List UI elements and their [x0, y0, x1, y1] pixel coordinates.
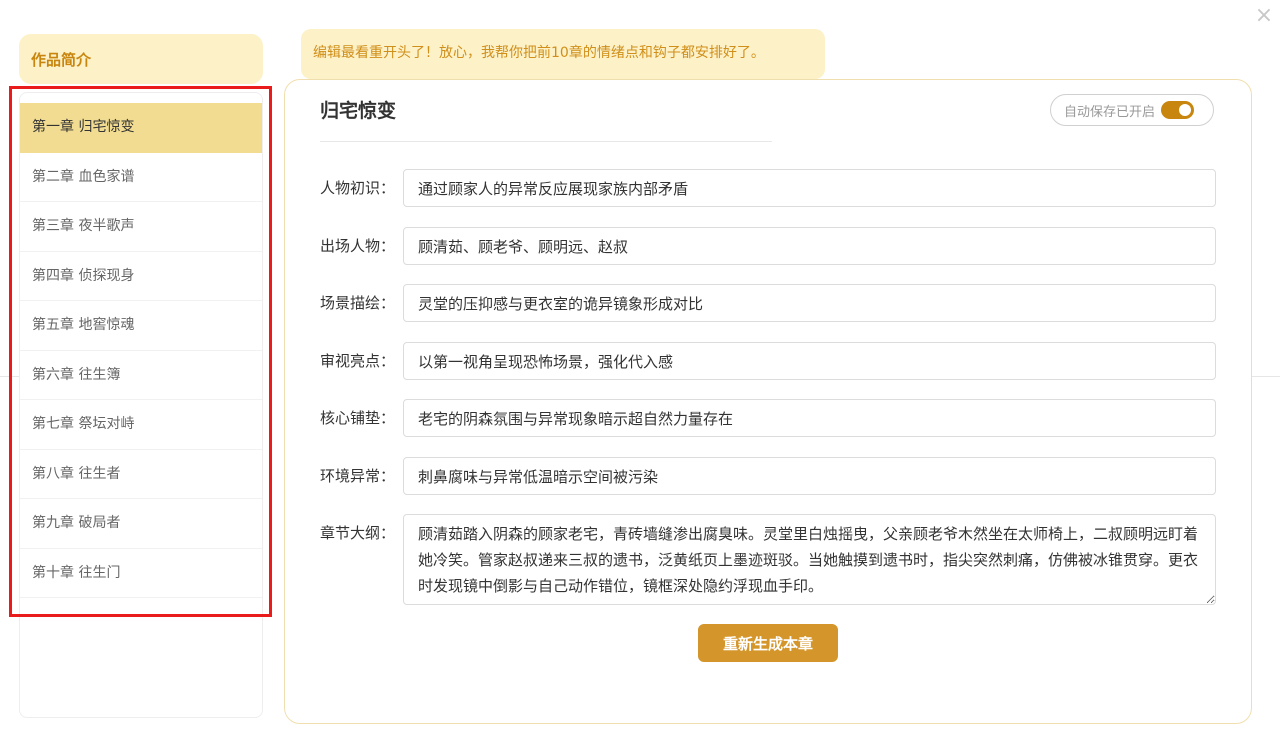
toggle-switch-icon[interactable] [1161, 101, 1195, 119]
field-row-foreshadowing: 核心铺垫： [320, 399, 1216, 437]
chapter-item-9[interactable]: 第九章 破局者 [20, 499, 262, 549]
character-intro-input[interactable] [403, 169, 1216, 207]
field-row-environment: 环境异常： [320, 457, 1216, 495]
field-label: 场景描绘： [320, 294, 396, 312]
toggle-knob [1179, 104, 1192, 116]
chapter-item-10[interactable]: 第十章 往生门 [20, 549, 262, 598]
chapter-list: 第一章 归宅惊变 第二章 血色家谱 第三章 夜半歌声 第四章 侦探现身 第五章 … [20, 103, 262, 598]
divider-left [0, 376, 20, 377]
chapter-item-6[interactable]: 第六章 往生簿 [20, 351, 262, 400]
field-row-character-intro: 人物初识： [320, 169, 1216, 207]
foreshadowing-input[interactable] [403, 399, 1216, 437]
field-label: 环境异常： [320, 467, 396, 485]
divider-right [1252, 376, 1280, 377]
notice-banner: 编辑最看重开头了！放心，我帮你把前10章的情绪点和钩子都安排好了。 [301, 29, 825, 79]
scene-input[interactable] [403, 284, 1216, 322]
outline-textarea[interactable]: 顾清茹踏入阴森的顾家老宅，青砖墙缝渗出腐臭味。灵堂里白烛摇曳，父亲顾老爷木然坐在… [403, 514, 1216, 605]
chapter-item-2[interactable]: 第二章 血色家谱 [20, 153, 262, 202]
page: × 作品简介 第一章 归宅惊变 第二章 血色家谱 第三章 夜半歌声 第四章 侦探… [0, 0, 1280, 744]
field-row-characters: 出场人物： [320, 227, 1216, 265]
close-icon[interactable]: × [1252, 4, 1276, 28]
environment-input[interactable] [403, 457, 1216, 495]
autosave-label: 自动保存已开启 [1064, 104, 1156, 120]
chapter-title: 归宅惊变 [320, 100, 397, 122]
chapter-item-8[interactable]: 第八章 往生者 [20, 450, 262, 499]
chapter-item-7[interactable]: 第七章 祭坛对峙 [20, 400, 262, 450]
title-divider [320, 141, 772, 142]
chapter-item-5[interactable]: 第五章 地窖惊魂 [20, 301, 262, 351]
highlight-input[interactable] [403, 342, 1216, 380]
chapter-item-4[interactable]: 第四章 侦探现身 [20, 252, 262, 301]
field-row-scene: 场景描绘： [320, 284, 1216, 322]
field-row-highlight: 审视亮点： [320, 342, 1216, 380]
regenerate-chapter-button[interactable]: 重新生成本章 [698, 624, 838, 662]
chapter-editor-card: 归宅惊变 自动保存已开启 人物初识： 出场人物： 场景描绘： 审视亮点： 核心铺… [284, 79, 1252, 724]
characters-input[interactable] [403, 227, 1216, 265]
chapter-item-1[interactable]: 第一章 归宅惊变 [20, 103, 262, 153]
field-label: 章节大纲： [320, 524, 396, 542]
field-label: 出场人物： [320, 237, 396, 255]
chapter-item-3[interactable]: 第三章 夜半歌声 [20, 202, 262, 252]
field-label: 人物初识： [320, 179, 396, 197]
field-row-outline: 章节大纲： 顾清茹踏入阴森的顾家老宅，青砖墙缝渗出腐臭味。灵堂里白烛摇曳，父亲顾… [320, 514, 1216, 605]
tab-intro[interactable]: 作品简介 [19, 34, 263, 84]
autosave-toggle[interactable]: 自动保存已开启 [1050, 94, 1214, 126]
field-label: 审视亮点： [320, 352, 396, 370]
field-label: 核心铺垫： [320, 409, 396, 427]
